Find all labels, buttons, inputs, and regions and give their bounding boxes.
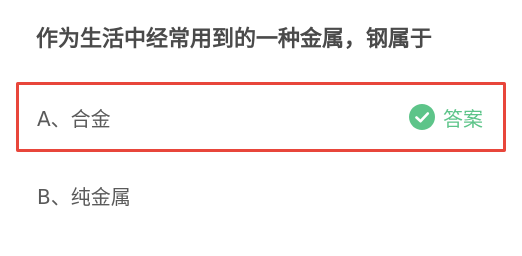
option-b-label: B、纯金属 bbox=[37, 184, 131, 209]
option-a-label: A、合金 bbox=[37, 106, 111, 131]
answer-badge: 答案 bbox=[409, 103, 483, 132]
check-circle-icon bbox=[409, 104, 435, 130]
option-a[interactable]: A、合金 答案 bbox=[16, 82, 506, 152]
answer-badge-label: 答案 bbox=[443, 106, 483, 131]
option-b[interactable]: B、纯金属 bbox=[16, 160, 506, 230]
question-text: 作为生活中经常用到的一种金属，钢属于 bbox=[36, 27, 433, 52]
